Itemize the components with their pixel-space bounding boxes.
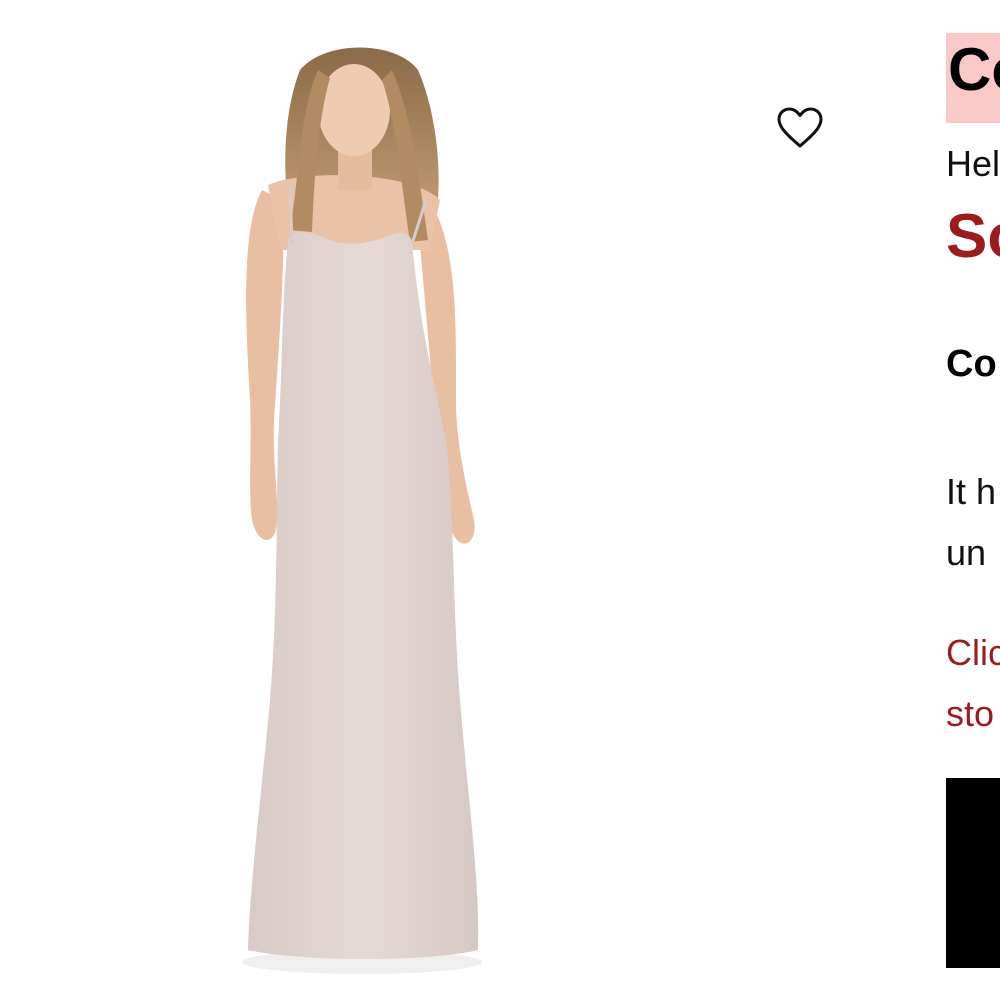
brand-name[interactable]: Hel	[946, 143, 1000, 185]
store-link[interactable]: Clic sto	[946, 622, 1000, 744]
wishlist-button[interactable]	[776, 106, 824, 150]
product-info-panel: Co Hel So Co It h un Clic sto	[946, 0, 1000, 1000]
description-line: It h	[946, 471, 997, 512]
store-link-line[interactable]: sto	[946, 683, 1000, 744]
product-image	[0, 0, 720, 1000]
store-link-line[interactable]: Clic	[946, 622, 1000, 683]
sold-status: So	[946, 202, 1000, 271]
product-title: Co	[948, 36, 1000, 103]
heart-outline-icon	[777, 107, 823, 148]
product-description: It h un	[946, 461, 996, 583]
model-photo	[242, 47, 482, 974]
primary-action-button[interactable]	[946, 778, 1000, 968]
description-line: un	[946, 532, 987, 573]
color-label: Co	[946, 343, 997, 385]
